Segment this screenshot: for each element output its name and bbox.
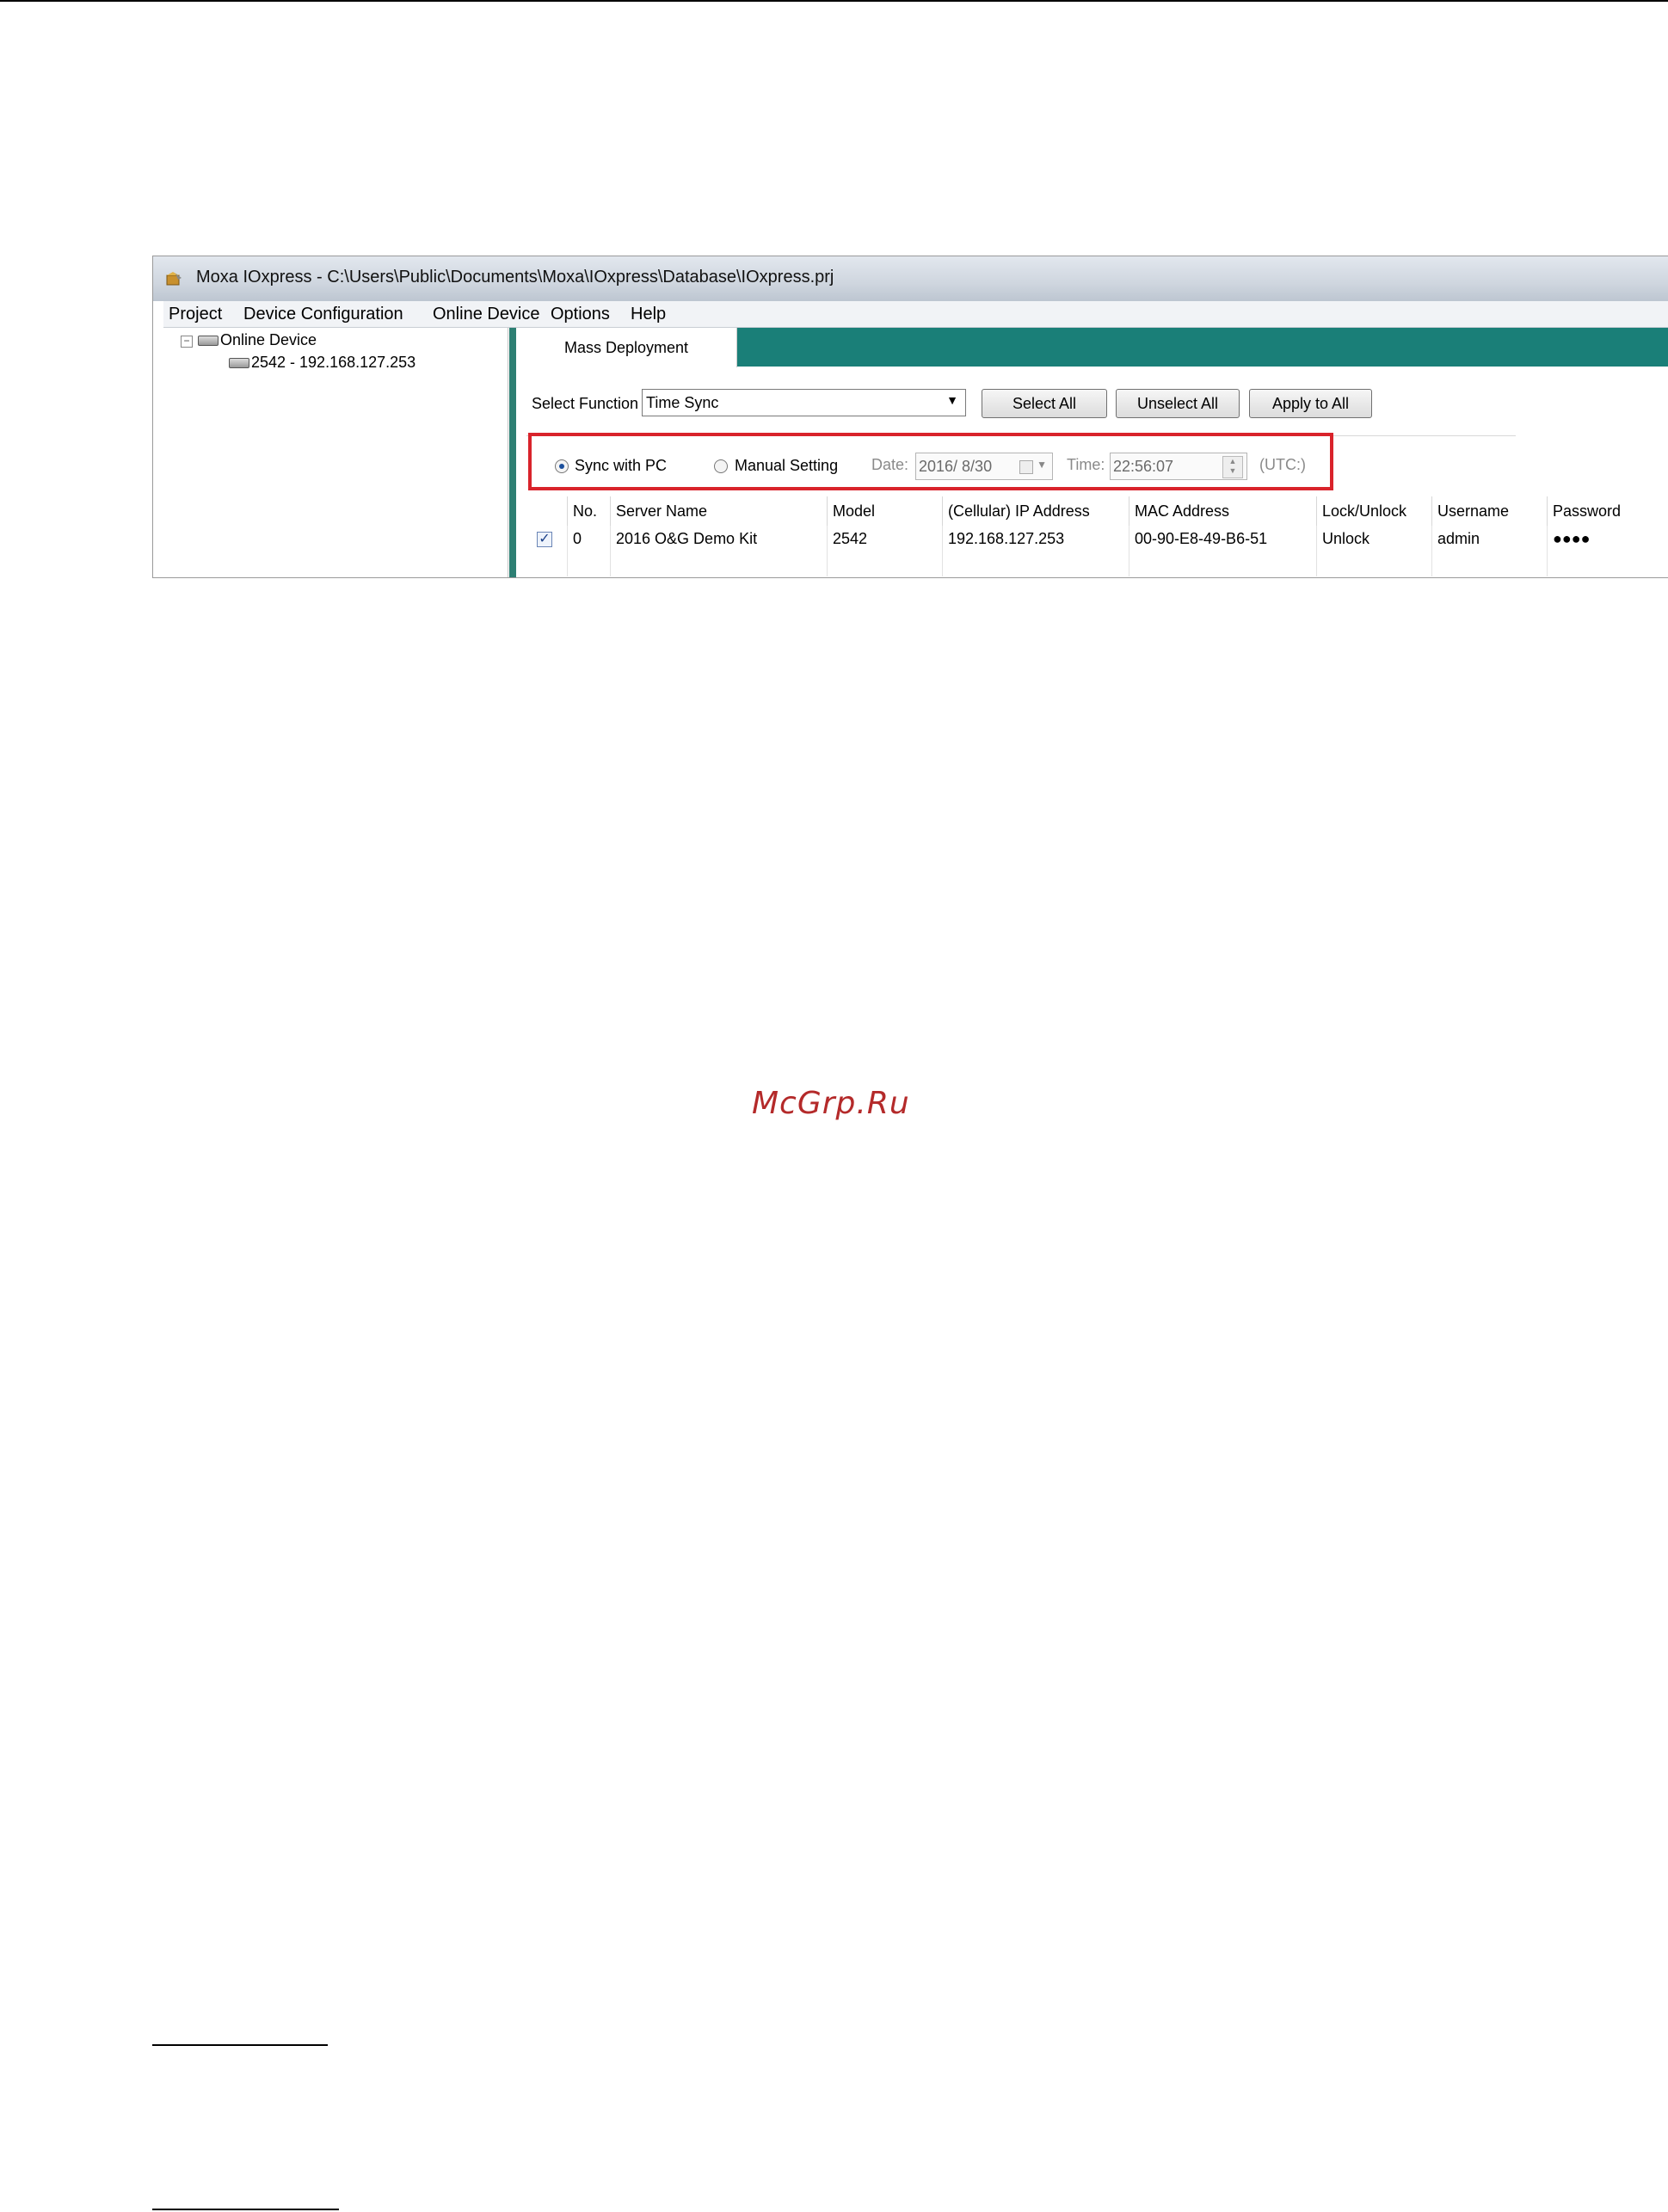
tree-child-label: 2542 - 192.168.127.253 xyxy=(251,354,416,371)
empty-row-cell xyxy=(828,551,943,576)
chevron-down-icon: ▼ xyxy=(1037,459,1047,471)
column-header-mac-address[interactable]: MAC Address xyxy=(1129,496,1317,526)
date-label: Date: xyxy=(871,456,909,473)
cell-lock-unlock: Unlock xyxy=(1317,526,1432,551)
utc-label: (UTC:) xyxy=(1259,456,1306,473)
row-checkbox-cell: ✓ xyxy=(528,526,568,551)
empty-row-cell xyxy=(528,551,568,576)
empty-row-cell xyxy=(1432,551,1548,576)
column-header-username[interactable]: Username xyxy=(1432,496,1548,526)
empty-row-cell xyxy=(943,551,1129,576)
title-bar: Moxa IOxpress - C:\Users\Public\Document… xyxy=(153,256,1668,301)
empty-row-cell xyxy=(1129,551,1317,576)
pane-splitter[interactable] xyxy=(509,328,516,577)
sync-with-pc-radio[interactable] xyxy=(555,459,569,473)
select-all-button[interactable]: Select All xyxy=(982,389,1107,418)
window-title: Moxa IOxpress - C:\Users\Public\Document… xyxy=(196,268,834,287)
menu-project[interactable]: Project xyxy=(169,305,222,324)
watermark-text: McGrp.Ru xyxy=(752,1086,910,1121)
spin-arrows-icon[interactable]: ▲ ▼ xyxy=(1222,456,1243,478)
sync-with-pc-label: Sync with PC xyxy=(575,457,668,474)
footnote-rule xyxy=(152,2209,339,2210)
menu-bar: Project Device Configuration Online Devi… xyxy=(163,301,1668,328)
cell-password: ●●●● xyxy=(1553,530,1591,547)
time-field[interactable]: 22:56:07 ▲ ▼ xyxy=(1110,453,1247,480)
date-value: 2016/ 8/30 xyxy=(919,458,993,475)
calendar-icon xyxy=(1019,460,1033,474)
apply-to-all-button[interactable]: Apply to All xyxy=(1249,389,1372,418)
page-top-rule xyxy=(0,0,1668,2)
column-header-model[interactable]: Model xyxy=(828,496,943,526)
device-table: No. Server Name Model (Cellular) IP Addr… xyxy=(528,496,1621,576)
cell-no: 0 xyxy=(568,526,611,551)
select-function-dropdown[interactable]: Time Sync ▼ xyxy=(642,389,966,416)
device-tree: − Online Device 2542 - 192.168.127.253 xyxy=(163,328,508,577)
empty-row-cell xyxy=(1317,551,1432,576)
tab-mass-deployment[interactable]: Mass Deployment xyxy=(516,328,737,367)
column-header-ip-address[interactable]: (Cellular) IP Address xyxy=(943,496,1129,526)
row-checkbox[interactable]: ✓ xyxy=(537,532,552,547)
time-label: Time: xyxy=(1067,456,1105,473)
menu-online-device[interactable]: Online Device xyxy=(433,305,540,324)
cell-ip-address: 192.168.127.253 xyxy=(943,526,1129,551)
empty-row-cell xyxy=(611,551,828,576)
dropdown-arrow-icon: ▼ xyxy=(946,393,958,407)
collapse-icon[interactable]: − xyxy=(181,336,193,348)
menu-device-configuration[interactable]: Device Configuration xyxy=(243,305,403,324)
column-header-lock-unlock[interactable]: Lock/Unlock xyxy=(1317,496,1432,526)
column-header-server-name[interactable]: Server Name xyxy=(611,496,828,526)
menu-help[interactable]: Help xyxy=(631,305,666,324)
column-header-no[interactable]: No. xyxy=(568,496,611,526)
date-picker[interactable]: 2016/ 8/30 ▼ xyxy=(915,453,1053,480)
column-header-password[interactable]: Password xyxy=(1548,496,1651,526)
cell-model: 2542 xyxy=(828,526,943,551)
time-value: 22:56:07 xyxy=(1113,458,1174,475)
cell-mac-address: 00-90-E8-49-B6-51 xyxy=(1129,526,1317,551)
tree-root-label: Online Device xyxy=(220,331,317,348)
device-icon xyxy=(229,358,249,369)
select-function-value: Time Sync xyxy=(646,394,719,411)
cell-server-name: 2016 O&G Demo Kit xyxy=(611,526,828,551)
select-function-label: Select Function xyxy=(532,395,639,412)
column-header-select[interactable] xyxy=(528,496,568,526)
menu-options[interactable]: Options xyxy=(551,305,610,324)
footnote-rule xyxy=(152,2044,328,2046)
device-group-icon xyxy=(198,336,219,347)
tree-item-online-device[interactable]: − Online Device xyxy=(163,330,503,352)
empty-row-cell xyxy=(568,551,611,576)
tree-item-device[interactable]: 2542 - 192.168.127.253 xyxy=(229,354,415,372)
app-icon xyxy=(166,272,182,286)
manual-setting-radio[interactable] xyxy=(714,459,728,473)
cell-username: admin xyxy=(1432,526,1548,551)
unselect-all-button[interactable]: Unselect All xyxy=(1116,389,1240,418)
manual-setting-label: Manual Setting xyxy=(735,457,839,474)
